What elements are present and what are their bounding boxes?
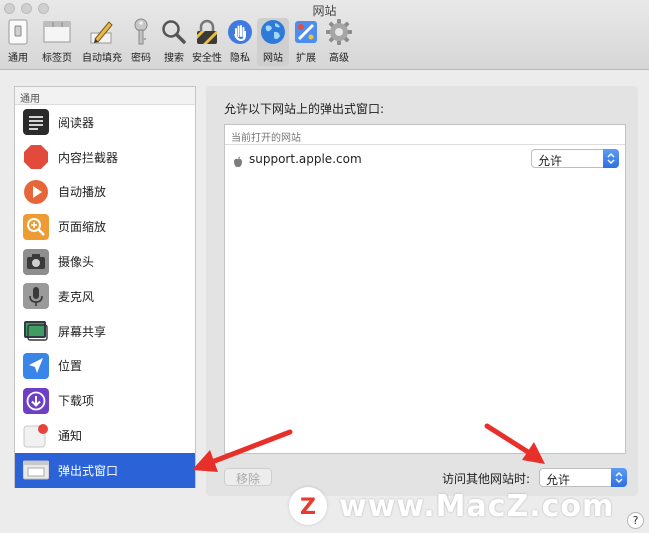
site-permission-select[interactable]: 允许: [531, 149, 619, 168]
tab-general[interactable]: 通用: [2, 18, 34, 66]
sidebar-section-header: 通用: [15, 87, 195, 105]
tab-search[interactable]: 搜索: [158, 18, 190, 66]
sidebar-item-auto-play[interactable]: 自动播放: [15, 175, 195, 210]
reader-icon: [23, 109, 49, 136]
pencil-icon: [88, 18, 116, 46]
other-sites-select[interactable]: 允许: [539, 468, 627, 487]
select-value: 允许: [538, 154, 563, 168]
sidebar-item-label: 自动播放: [58, 185, 107, 200]
sidebar-item-reader[interactable]: 阅读器: [15, 105, 195, 140]
select-value: 允许: [546, 473, 571, 487]
sidebar-item-content-blockers[interactable]: 内容拦截器: [15, 140, 195, 175]
tab-label: 安全性: [192, 53, 222, 64]
preferences-toolbar: 通用 标签页 自动填充 密码 搜索 安全性 隐私 网站 扩展 高级: [2, 18, 356, 66]
tabs-icon: [43, 18, 71, 46]
tab-label: 搜索: [164, 53, 184, 64]
tab-extensions[interactable]: 扩展: [290, 18, 322, 66]
sidebar-item-label: 麦克风: [58, 289, 95, 304]
magnifier-icon: [160, 18, 188, 46]
globe-icon: [259, 18, 287, 46]
switch-icon: [4, 18, 32, 46]
sidebar-item-downloads[interactable]: 下载项: [15, 383, 195, 418]
remove-button[interactable]: 移除: [224, 468, 272, 486]
sidebar-item-camera[interactable]: 摄像头: [15, 244, 195, 279]
puzzle-icon: [292, 18, 320, 46]
stop-icon: [23, 144, 49, 170]
sidebar-item-pop-up-windows[interactable]: 弹出式窗口: [15, 452, 195, 488]
hand-icon: [226, 18, 254, 46]
key-icon: [127, 18, 155, 46]
sidebar-item-label: 位置: [58, 359, 83, 374]
sidebar-item-label: 阅读器: [58, 115, 95, 130]
sidebar-item-page-zoom[interactable]: 页面缩放: [15, 209, 195, 244]
zoom-icon: [23, 213, 49, 240]
watermark-text: www.MacZ.com: [339, 488, 615, 524]
download-icon: [23, 387, 49, 414]
location-icon: [23, 352, 49, 379]
apple-logo-icon: [233, 153, 243, 168]
websites-sidebar: 通用 阅读器 内容拦截器 自动播放 页面缩放 摄像头 麦克风 屏幕共享 位置 下…: [14, 86, 196, 488]
sidebar-item-notifications[interactable]: 通知: [15, 418, 195, 453]
play-icon: [23, 179, 49, 205]
stepper-arrows-icon: [611, 468, 627, 487]
window-title: 网站: [312, 4, 337, 18]
gear-icon: [325, 18, 353, 46]
tab-advanced[interactable]: 高级: [323, 18, 355, 66]
sidebar-item-label: 弹出式窗口: [58, 463, 119, 478]
microphone-icon: [23, 283, 49, 310]
popup-settings-panel: 允许以下网站上的弹出式窗口: 当前打开的网站 support.apple.com…: [206, 86, 638, 496]
window-titlebar: 网站 通用 标签页 自动填充 密码 搜索 安全性 隐私 网站 扩展 高级: [0, 0, 649, 70]
tab-tabs[interactable]: 标签页: [35, 18, 79, 66]
padlock-icon: [193, 18, 221, 46]
tab-label: 通用: [8, 53, 28, 64]
popup-window-icon: [23, 457, 49, 483]
stepper-arrows-icon: [603, 149, 619, 168]
watermark-logo-icon: Z: [289, 487, 327, 525]
tab-label: 扩展: [296, 53, 316, 64]
sidebar-item-label: 通知: [58, 429, 83, 444]
sidebar-item-location[interactable]: 位置: [15, 349, 195, 384]
sidebar-item-label: 内容拦截器: [58, 150, 119, 165]
tab-label: 自动填充: [82, 53, 122, 64]
site-name: support.apple.com: [249, 152, 362, 166]
tab-label: 高级: [329, 53, 349, 64]
tab-label: 隐私: [230, 53, 250, 64]
panel-title: 允许以下网站上的弹出式窗口:: [224, 102, 385, 116]
sidebar-item-label: 屏幕共享: [58, 324, 107, 339]
tab-passwords[interactable]: 密码: [125, 18, 157, 66]
watermark: Z www.MacZ.com: [289, 486, 614, 526]
tab-label: 标签页: [42, 53, 72, 64]
sidebar-item-label: 页面缩放: [58, 220, 107, 235]
watermark-logo-letter: Z: [300, 495, 316, 519]
screen-share-icon: [23, 318, 49, 344]
tab-label: 网站: [263, 53, 283, 64]
tab-security[interactable]: 安全性: [191, 18, 223, 66]
camera-icon: [23, 248, 49, 275]
sidebar-item-label: 摄像头: [58, 255, 95, 270]
table-row[interactable]: support.apple.com 允许: [225, 145, 625, 173]
sidebar-item-screen-sharing[interactable]: 屏幕共享: [15, 314, 195, 349]
tab-websites[interactable]: 网站: [257, 18, 289, 66]
tab-label: 密码: [131, 53, 151, 64]
sidebar-item-microphone[interactable]: 麦克风: [15, 279, 195, 314]
sidebar-item-label: 下载项: [58, 394, 95, 409]
help-button[interactable]: ?: [627, 512, 644, 529]
other-sites-label: 访问其他网站时:: [442, 472, 531, 486]
table-header: 当前打开的网站: [225, 125, 625, 145]
tab-privacy[interactable]: 隐私: [224, 18, 256, 66]
open-sites-table: 当前打开的网站 support.apple.com 允许: [224, 124, 626, 454]
tab-autofill[interactable]: 自动填充: [80, 18, 124, 66]
notification-icon: [23, 423, 49, 449]
